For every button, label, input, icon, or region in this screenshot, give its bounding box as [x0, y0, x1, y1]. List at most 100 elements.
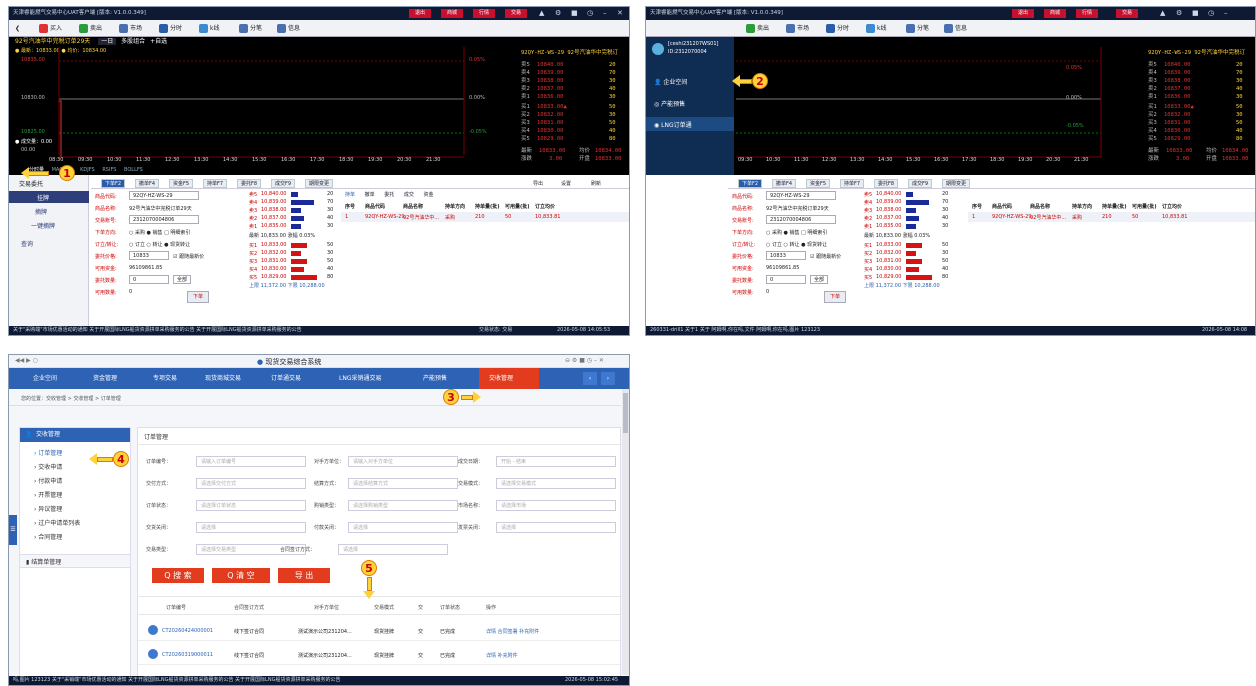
market-button[interactable]: 行情	[473, 9, 496, 18]
timeshare-tool[interactable]: 分时	[159, 23, 182, 34]
nav-presale[interactable]: 产能预售	[423, 373, 447, 382]
kline-tool[interactable]: k线	[199, 23, 219, 34]
page-scrollbar[interactable]	[622, 389, 629, 675]
follow-latest-checkbox[interactable]: ☑ 跟随最新价	[810, 253, 841, 260]
filter-input[interactable]: 请选择	[196, 522, 306, 533]
settlement-statement-menu[interactable]: ▮ 结算单管理	[26, 557, 61, 566]
mall-button-2[interactable]: 商城	[1044, 9, 1067, 18]
nav-arrows-icon[interactable]: ◀◀ ▶ ○	[15, 357, 38, 364]
nav-lng-trade[interactable]: LNG采销通交易	[339, 373, 381, 382]
sidebar-item[interactable]: › 合同管理	[34, 532, 62, 541]
gear-icon[interactable]: ⚙	[1176, 7, 1182, 20]
filter-input[interactable]: 请选择市场	[496, 500, 616, 511]
follow-latest-checkbox[interactable]: ☑ 跟随最新价	[173, 253, 204, 260]
tab-deal[interactable]: 成交F9	[271, 179, 296, 188]
tab-rsi[interactable]: RSIFS	[102, 167, 116, 173]
tab-boll[interactable]: BOLLFS	[124, 167, 143, 173]
code-input[interactable]: 92QY-HZ-WS-29	[129, 191, 199, 200]
menu-delegate[interactable]: 交易委托	[19, 179, 43, 188]
trade-button[interactable]: 交易	[505, 9, 528, 18]
menu-take-order[interactable]: 摘牌	[35, 207, 47, 216]
gear-icon[interactable]: ⚙	[555, 7, 561, 20]
all-button[interactable]: 全部	[173, 275, 192, 284]
filter-input[interactable]: 请选择	[348, 522, 458, 533]
nav-order-trade[interactable]: 订单通交易	[271, 373, 301, 382]
bell-icon[interactable]: ▲	[539, 7, 544, 20]
info-tool-2[interactable]: 信息	[944, 23, 967, 34]
price-input[interactable]: 10833	[766, 251, 806, 260]
filter-input[interactable]: 请选择购销类型	[348, 500, 458, 511]
exit-button[interactable]: 退出	[409, 9, 432, 18]
tick-tool-2[interactable]: 分笔	[906, 23, 929, 34]
menu-list-order[interactable]: 挂牌	[37, 193, 49, 202]
sell-tool-2[interactable]: 卖出	[746, 23, 769, 34]
direction-radio[interactable]: ○ 采购 ● 销售 □ 明细索引	[766, 229, 827, 236]
sidebar-item[interactable]: › 异议管理	[34, 504, 62, 513]
tab-term-change[interactable]: 期限变更	[305, 179, 334, 188]
sidebar-item[interactable]: › 付款申请	[34, 476, 62, 485]
timeshare-tool-2[interactable]: 分时	[826, 23, 849, 34]
export-button[interactable]: 导 出	[278, 568, 330, 583]
filter-input[interactable]: 请输入对手方单位	[348, 456, 458, 467]
filter-input[interactable]: 请选择交易模式	[496, 478, 616, 489]
back-icon[interactable]: ❮	[15, 23, 20, 34]
filter-input[interactable]: 请输入订单编号	[196, 456, 306, 467]
menu-lng-order[interactable]: ◉ LNG订单通	[654, 120, 692, 129]
mall-button[interactable]: 商城	[441, 9, 464, 18]
sidebar-item[interactable]: › 开票管理	[34, 490, 62, 499]
refresh-button[interactable]: 刷新	[591, 180, 601, 187]
order-type-radio[interactable]: ○ 订立 ○ 转让 ● 现货转让	[129, 241, 190, 248]
buy-tool[interactable]: 买入	[39, 23, 62, 34]
nav-funds[interactable]: 资金管理	[93, 373, 117, 382]
nav-enterprise-space[interactable]: 企业空间	[33, 373, 57, 382]
clock-icon[interactable]: ◷	[587, 7, 593, 20]
price-input[interactable]: 10833	[129, 251, 169, 260]
tab-delegate[interactable]: 委托F8	[237, 179, 262, 188]
clock-icon[interactable]: ◷	[1208, 7, 1214, 20]
collapse-sidebar-icon[interactable]: ☰	[9, 515, 17, 545]
exit-button-2[interactable]: 退出	[1012, 9, 1035, 18]
code-input[interactable]: 92QY-HZ-WS-29	[766, 191, 836, 200]
menu-presale[interactable]: ◎ 产能预售	[654, 99, 685, 108]
kline-tool-2[interactable]: k线	[866, 23, 886, 34]
order-actions[interactable]: 详情 合同签署 补充附件	[486, 628, 539, 635]
export-button[interactable]: 导出	[533, 180, 543, 187]
account-select[interactable]: 2312070004806	[766, 215, 836, 224]
nav-next-icon[interactable]: ›	[601, 372, 615, 385]
tab-kdj[interactable]: KDJFS	[80, 167, 95, 173]
all-button[interactable]: 全部	[810, 275, 829, 284]
menu-one-click[interactable]: 一键摘牌	[31, 221, 55, 230]
nav-settlement[interactable]: 交收管理	[489, 373, 513, 382]
sidebar-item[interactable]: › 交收申请	[34, 462, 62, 471]
tab-cancel-order[interactable]: 撤单F4	[135, 179, 160, 188]
sell-tool[interactable]: 卖出	[79, 23, 102, 34]
nav-spot-mall[interactable]: 现货商城交易	[205, 373, 241, 382]
tick-tool[interactable]: 分笔	[239, 23, 262, 34]
order-id-link[interactable]: CT20260424000001	[162, 628, 213, 634]
search-button[interactable]: Q 搜 索	[152, 568, 204, 583]
lock-icon[interactable]: ■	[1192, 7, 1199, 20]
tab-place-order[interactable]: 下单F2	[101, 179, 126, 188]
nav-special-trade[interactable]: 专项交易	[153, 373, 177, 382]
tab-hold[interactable]: 持单	[345, 192, 355, 198]
market-tool-2[interactable]: 市场	[786, 23, 809, 34]
direction-radio[interactable]: ○ 采购 ● 销售 □ 明细索引	[129, 229, 190, 236]
minimize-icon[interactable]: –	[1224, 7, 1228, 20]
market-tool[interactable]: 市场	[119, 23, 142, 34]
tab-entrust[interactable]: 委托	[384, 192, 394, 198]
sidebar-header[interactable]: 👤 交收管理	[20, 428, 130, 442]
filter-input[interactable]: 请选择	[338, 544, 448, 555]
tab-funds[interactable]: 资金F5	[169, 179, 194, 188]
info-tool[interactable]: 信息	[277, 23, 300, 34]
tab-capital[interactable]: 资金	[423, 192, 433, 198]
filter-input[interactable]: 请选择	[496, 522, 616, 533]
qty-input[interactable]: 0	[129, 275, 169, 284]
lock-icon[interactable]: ■	[571, 7, 578, 20]
nav-prev-icon[interactable]: ‹	[583, 372, 597, 385]
trade-button-2[interactable]: 交易	[1116, 9, 1139, 18]
window-controls[interactable]: ⊖ ⚙ ■ ◷ – ✕	[565, 357, 604, 364]
close-icon[interactable]: ✕	[617, 7, 623, 20]
menu-enterprise-space[interactable]: 👤 企业空间	[654, 77, 687, 86]
filter-input[interactable]: 请选择订单状态	[196, 500, 306, 511]
order-actions[interactable]: 详情 补充附件	[486, 652, 518, 659]
